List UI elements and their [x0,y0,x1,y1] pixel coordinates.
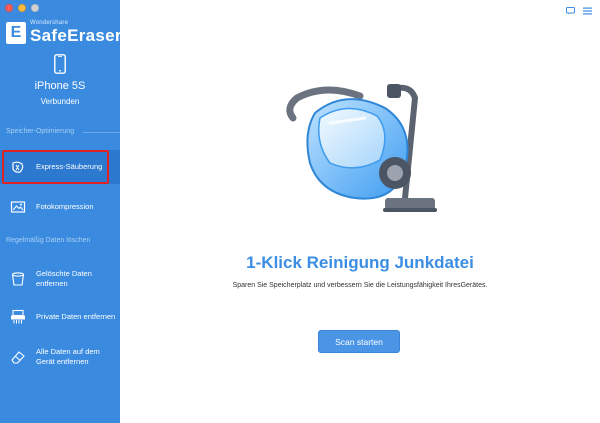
eraser-icon [11,351,25,364]
selection-highlight [2,150,109,184]
app-brand: E Wondershare SafeEraser [6,20,122,45]
sidebar: E Wondershare SafeEraser iPhone 5S Verbu… [0,0,122,423]
sidebar-item-label: Fotokompression [36,202,94,211]
device-status: Verbunden [40,97,80,106]
sidebar-item-private-data[interactable]: Private Daten entfernen [0,306,120,328]
brand-name: SafeEraser [30,26,122,45]
sidebar-item-erase-all[interactable]: Alle Daten auf dem Gerät entfernen [0,342,120,372]
vacuum-cleaner-icon [286,84,437,212]
app-logo-icon: E [6,21,26,44]
feedback-icon[interactable] [566,7,575,15]
app-window: E Wondershare SafeEraser iPhone 5S Verbu… [0,0,600,423]
top-toolbar [566,7,592,15]
trash-icon [11,272,25,286]
sidebar-item-photo-compression[interactable]: Fotokompression [0,196,120,218]
minimize-window-button[interactable] [18,4,26,12]
section-label-privacy: Regelmäßig Daten löschen [6,237,91,244]
section-divider [83,132,120,133]
close-window-button[interactable] [5,4,13,12]
section-label-storage: Speicher-Optimierung [6,128,75,135]
window-controls [5,4,39,12]
sidebar-item-label: Gelöschte Daten entfernen [36,269,92,288]
page-subtitle: Sparen Sie Speicherplatz und verbessern … [232,282,488,289]
page-title: 1-Klick Reinigung Junkdatei [246,253,474,272]
menu-icon[interactable] [583,7,592,15]
shredder-icon [11,309,25,324]
main-panel: 1-Klick Reinigung Junkdatei Sparen Sie S… [120,0,600,423]
sidebar-item-deleted-data[interactable]: Gelöschte Daten entfernen [0,264,120,294]
device-name: iPhone 5S [34,80,86,92]
sidebar-item-label: Private Daten entfernen [36,312,116,321]
sidebar-item-label: Alle Daten auf dem Gerät entfernen [36,347,100,366]
iphone-icon [54,54,66,74]
photo-icon [10,201,26,213]
device-info: iPhone 5S Verbunden [0,54,120,106]
scan-start-button[interactable]: Scan starten [318,330,400,353]
zoom-window-button[interactable] [31,4,39,12]
